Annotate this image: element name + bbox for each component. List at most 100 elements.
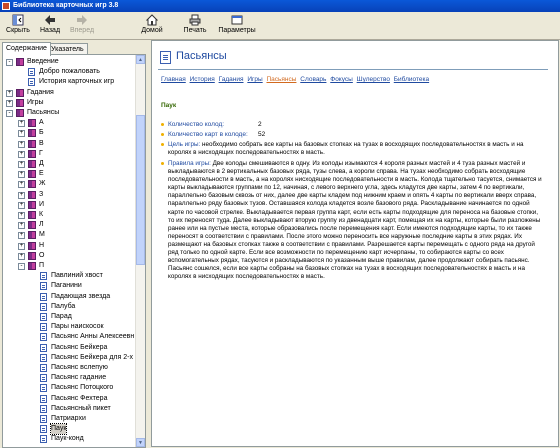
expand-icon[interactable]: +	[18, 181, 25, 189]
tree-book-item[interactable]: + Б	[3, 128, 133, 138]
scroll-thumb[interactable]	[136, 115, 145, 265]
scroll-up-icon[interactable]: ▲	[136, 55, 145, 64]
link-dictionary[interactable]: Словарь	[300, 76, 326, 83]
link-tricks[interactable]: Фокусы	[330, 76, 353, 83]
tree-book-item[interactable]: + Н	[3, 241, 133, 251]
home-button[interactable]: Домой	[138, 13, 166, 38]
expand-icon[interactable]: +	[18, 191, 25, 199]
bullet-icon	[161, 162, 164, 165]
tree-page-item[interactable]: Павлиний хвост	[3, 271, 133, 281]
expand-icon[interactable]: +	[18, 252, 25, 260]
tree-book-item[interactable]: + О	[3, 251, 133, 261]
expand-icon[interactable]: +	[18, 222, 25, 230]
tree-item-label: Пасьянс Бейкера для 2-х	[51, 353, 133, 361]
tree-page-item[interactable]: История карточных игр	[3, 77, 133, 87]
collapse-icon[interactable]: -	[18, 263, 25, 270]
expand-icon[interactable]: +	[18, 232, 25, 240]
tree-book-item[interactable]: + Ж	[3, 179, 133, 189]
link-library[interactable]: Библиотека	[394, 76, 429, 83]
expand-icon[interactable]: +	[18, 130, 25, 138]
tree-book-item[interactable]: + Гадания	[3, 88, 133, 98]
expand-icon[interactable]: +	[18, 140, 25, 148]
tree-page-item[interactable]: Пары наискосок	[3, 322, 133, 332]
tree-book-item[interactable]: + А	[3, 118, 133, 128]
expand-icon[interactable]: +	[18, 161, 25, 168]
page-icon	[40, 313, 47, 321]
tree-book-item[interactable]: + Д	[3, 159, 133, 169]
tree-page-item[interactable]: Палуба	[3, 302, 133, 312]
collapse-icon[interactable]: -	[6, 110, 13, 117]
tree-page-item[interactable]: Пасьянс гадание	[3, 373, 133, 383]
options-icon	[231, 15, 243, 25]
expand-icon[interactable]: +	[18, 201, 25, 209]
collapse-icon[interactable]: -	[6, 59, 13, 66]
tree-page-item[interactable]: Пасьянс вслепую	[3, 363, 133, 373]
tree-book-item[interactable]: + М	[3, 230, 133, 240]
tree-page-item[interactable]: Пасьянс Бейкера	[3, 343, 133, 353]
expand-icon[interactable]: +	[6, 99, 13, 107]
tree-item-label: Пасьянс Бейкера	[51, 343, 108, 351]
back-button[interactable]: Назад	[36, 13, 64, 38]
tree-book-item[interactable]: + Игры	[3, 98, 133, 108]
expand-icon[interactable]: +	[18, 150, 25, 158]
tree-book-item[interactable]: + В	[3, 139, 133, 149]
link-cheating[interactable]: Шулерство	[357, 76, 390, 83]
tree-item-label: Добро пожаловать	[39, 68, 100, 76]
tree-scrollbar[interactable]: ▲ ▼	[135, 55, 145, 447]
tree-item-label: Д	[39, 160, 44, 167]
options-button[interactable]: Параметры	[218, 13, 256, 38]
hide-button[interactable]: Скрыть	[4, 13, 32, 38]
tree-page-item[interactable]: Пасьянс Бейкера для 2-х	[3, 353, 133, 363]
book-icon	[16, 98, 24, 107]
topic-page-icon	[160, 51, 171, 64]
expand-icon[interactable]: +	[18, 120, 25, 128]
tree-page-item[interactable]: Парад	[3, 312, 133, 322]
tree-item-label: Н	[39, 241, 45, 249]
link-home[interactable]: Главная	[161, 76, 186, 83]
expand-icon[interactable]: +	[18, 171, 25, 179]
tree-page-item[interactable]: Пасьянс Анны Алексеевн	[3, 332, 134, 342]
contents-tree: - Введение Добро пожаловать История карточн…	[2, 54, 146, 448]
tree-book-item[interactable]: + К	[3, 210, 133, 220]
page-icon	[40, 282, 47, 291]
tree-book-item[interactable]: + Г	[3, 149, 133, 159]
tree-page-item[interactable]: Паук-конд	[3, 434, 133, 444]
print-button[interactable]: Печать	[180, 13, 210, 38]
book-icon	[28, 180, 36, 189]
nav-links: Главная История Гадания Игры Пасьянсы Сл…	[161, 76, 556, 83]
page-icon	[40, 292, 47, 301]
link-history[interactable]: История	[190, 76, 215, 83]
page-icon	[40, 435, 47, 444]
link-solitaires[interactable]: Пасьянсы	[266, 76, 296, 83]
link-fortune[interactable]: Гадания	[219, 76, 244, 83]
tree-page-item[interactable]: Патриархи	[3, 414, 133, 424]
tree-book-item[interactable]: + З	[3, 190, 133, 200]
book-icon	[28, 221, 36, 230]
tree-book-item[interactable]: -П	[3, 261, 133, 271]
book-icon	[16, 88, 24, 97]
tree-page-item[interactable]: Паук	[3, 423, 133, 436]
expand-icon[interactable]: +	[6, 89, 13, 97]
info-cards: Количество карт в колоде: 52	[161, 131, 265, 138]
scroll-down-icon[interactable]: ▼	[136, 438, 145, 447]
rules-paragraph: Правила игры: Две колоды смешиваются в о…	[161, 160, 546, 281]
expand-icon[interactable]: +	[18, 212, 25, 219]
tree-item-label: Е	[39, 170, 44, 178]
forward-button[interactable]: Вперед	[68, 13, 96, 38]
tab-contents[interactable]: Содержание	[2, 42, 51, 56]
tree-book-item[interactable]: - Введение	[3, 57, 133, 67]
expand-icon[interactable]: +	[18, 242, 25, 250]
page-icon	[40, 302, 47, 311]
tree-page-item[interactable]: Пасьянсный пикет	[3, 404, 133, 414]
tree-book-item[interactable]: - Пасьянсы	[3, 108, 133, 118]
tree-item-label: Пасьянс Потоцкого	[51, 384, 114, 392]
tree-book-item[interactable]: + Е	[3, 169, 133, 179]
tree-page-item[interactable]: Пасьянс Потоцкого	[3, 383, 133, 393]
tree-page-item[interactable]: Добро пожаловать	[3, 67, 133, 77]
tree-page-item[interactable]: Паганини	[3, 281, 133, 291]
link-games[interactable]: Игры	[247, 76, 262, 83]
tree-page-item[interactable]: Падающая звезда	[3, 292, 133, 302]
tree-book-item[interactable]: + И	[3, 200, 133, 210]
tree-book-item[interactable]: + Л	[3, 220, 133, 230]
tree-page-item[interactable]: Пасьянс Фехтера	[3, 394, 133, 404]
